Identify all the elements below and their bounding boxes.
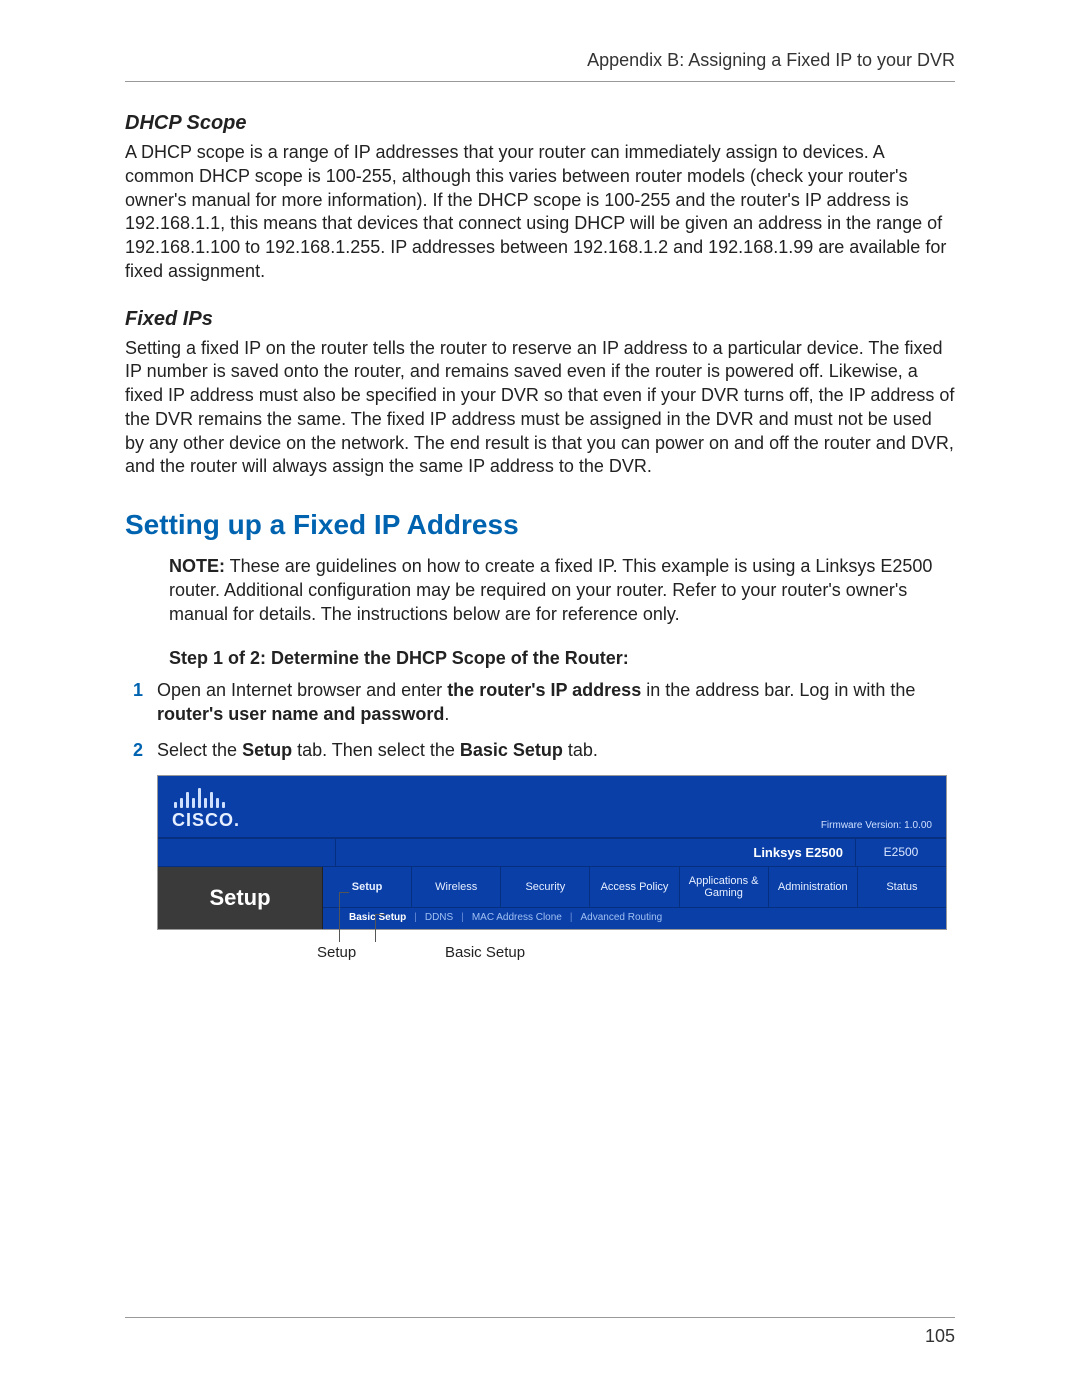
fixed-ips-heading: Fixed IPs [125, 308, 955, 331]
page-number: 105 [125, 1326, 955, 1347]
fixed-ips-body: Setting a fixed IP on the router tells t… [125, 337, 955, 480]
subtab-advanced-routing[interactable]: Advanced Routing [572, 912, 670, 923]
callout-line [375, 914, 376, 942]
sub-tabs: Basic Setup | DDNS | MAC Address Clone |… [323, 908, 946, 929]
cisco-logo: CISCO. [172, 786, 240, 831]
step2-post: tab. [563, 740, 598, 760]
callout-basic-setup-label: Basic Setup [445, 944, 525, 961]
tab-status[interactable]: Status [858, 867, 946, 907]
page-header: Appendix B: Assigning a Fixed IP to your… [125, 50, 955, 81]
footer-rule [125, 1317, 955, 1318]
step1-bold2: router's user name and password [157, 704, 444, 724]
tab-administration[interactable]: Administration [769, 867, 858, 907]
step1-mid: in the address bar. Log in with the [641, 680, 915, 700]
tab-setup[interactable]: Setup [323, 867, 412, 907]
tab-access-policy[interactable]: Access Policy [590, 867, 679, 907]
dhcp-scope-heading: DHCP Scope [125, 112, 955, 135]
callout-line [339, 892, 340, 942]
tab-applications-gaming[interactable]: Applications & Gaming [680, 867, 769, 907]
section-title: Setting up a Fixed IP Address [125, 509, 955, 541]
dhcp-scope-body: A DHCP scope is a range of IP addresses … [125, 141, 955, 284]
callout-line [375, 914, 385, 915]
header-rule [125, 81, 955, 82]
step1-post: . [444, 704, 449, 724]
step2-bold2: Basic Setup [460, 740, 563, 760]
main-tabs: Setup Wireless Security Access Policy Ap… [323, 867, 946, 908]
step1-pre: Open an Internet browser and enter [157, 680, 447, 700]
step2-mid: tab. Then select the [292, 740, 460, 760]
note-block: NOTE: These are guidelines on how to cre… [169, 555, 955, 626]
firmware-version: Firmware Version: 1.0.00 [821, 820, 932, 831]
setup-section-label: Setup [158, 867, 323, 929]
note-body: These are guidelines on how to create a … [169, 556, 932, 624]
step2-pre: Select the [157, 740, 242, 760]
step-number: 1 [125, 679, 143, 727]
callout-setup-label: Setup [317, 944, 356, 961]
cisco-brand-text: CISCO. [172, 810, 240, 831]
step-number: 2 [125, 739, 143, 763]
cisco-bars-icon [174, 786, 225, 808]
router-screenshot: CISCO. Firmware Version: 1.0.00 Linksys … [157, 775, 947, 970]
subtab-ddns[interactable]: DDNS [417, 912, 461, 923]
tab-wireless[interactable]: Wireless [412, 867, 501, 907]
subtab-mac-clone[interactable]: MAC Address Clone [464, 912, 570, 923]
tab-security[interactable]: Security [501, 867, 590, 907]
model-name: Linksys E2500 [336, 839, 856, 866]
step1-bold1: the router's IP address [447, 680, 641, 700]
model-code: E2500 [856, 839, 946, 866]
step-item-2: 2 Select the Setup tab. Then select the … [125, 739, 955, 763]
callout-line [339, 892, 349, 893]
step-heading: Step 1 of 2: Determine the DHCP Scope of… [169, 648, 955, 669]
step2-bold1: Setup [242, 740, 292, 760]
step-item-1: 1 Open an Internet browser and enter the… [125, 679, 955, 727]
note-label: NOTE: [169, 556, 225, 576]
